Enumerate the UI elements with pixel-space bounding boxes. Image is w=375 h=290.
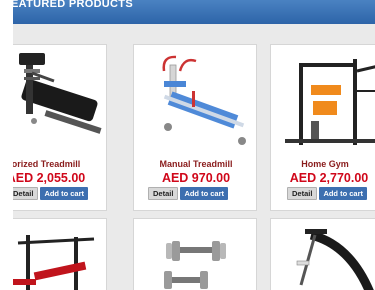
motorized-treadmill-image[interactable] bbox=[13, 51, 107, 155]
product-actions: Detail Add to cart bbox=[287, 187, 368, 200]
product-card-dumbbells bbox=[133, 218, 257, 290]
manual-treadmill-image[interactable] bbox=[134, 51, 257, 155]
product-name[interactable]: Manual Treadmill bbox=[134, 159, 256, 169]
home-gym-image[interactable] bbox=[271, 51, 375, 155]
product-card-ab-bench bbox=[270, 218, 375, 290]
product-name[interactable]: Motorized Treadmill bbox=[13, 159, 100, 169]
product-card-weight-bench bbox=[13, 218, 107, 290]
section-title: FEATURED PRODUCTS bbox=[13, 0, 133, 10]
product-actions: Detail Add to cart bbox=[13, 187, 89, 200]
add-to-cart-button[interactable]: Add to cart bbox=[319, 187, 368, 200]
product-card-motorized-treadmill: Motorized Treadmill AED 2,055.00 Detail … bbox=[13, 44, 107, 211]
ab-bench-image[interactable] bbox=[271, 225, 375, 290]
product-price: AED 2,055.00 bbox=[13, 171, 86, 185]
weight-bench-image[interactable] bbox=[13, 225, 107, 290]
product-card-manual-treadmill: Manual Treadmill AED 970.00 Detail Add t… bbox=[133, 44, 257, 211]
detail-button[interactable]: Detail bbox=[148, 187, 179, 200]
detail-button[interactable]: Detail bbox=[287, 187, 318, 200]
product-card-home-gym: Home Gym AED 2,770.00 Detail Add to cart bbox=[270, 44, 375, 211]
product-price: AED 2,770.00 bbox=[289, 171, 369, 185]
detail-button[interactable]: Detail bbox=[13, 187, 39, 200]
product-name[interactable]: Home Gym bbox=[271, 159, 375, 169]
dumbbells-image[interactable] bbox=[134, 225, 257, 290]
add-to-cart-button[interactable]: Add to cart bbox=[180, 187, 229, 200]
add-to-cart-button[interactable]: Add to cart bbox=[40, 187, 89, 200]
product-actions: Detail Add to cart bbox=[148, 187, 229, 200]
product-price: AED 970.00 bbox=[161, 171, 231, 185]
featured-products-header: FEATURED PRODUCTS bbox=[13, 0, 375, 24]
product-grid: Motorized Treadmill AED 2,055.00 Detail … bbox=[13, 24, 375, 290]
